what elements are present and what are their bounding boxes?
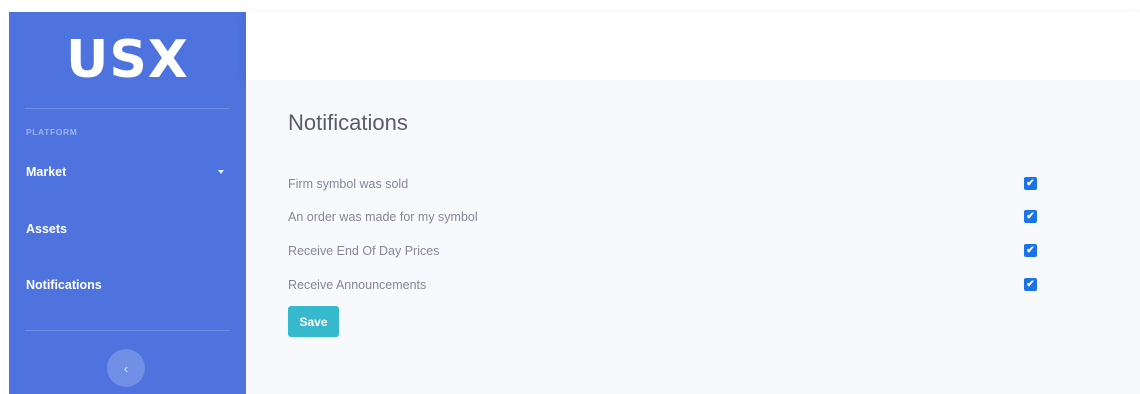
checkmark-icon: ✔ <box>1026 211 1035 222</box>
sidebar-divider <box>25 330 229 331</box>
sidebar-item-notifications[interactable]: Notifications <box>26 274 231 296</box>
brand-logo: USX <box>66 30 189 90</box>
caret-down-icon <box>218 170 224 174</box>
checkbox-announcements[interactable]: ✔ <box>1024 278 1037 291</box>
chevron-left-icon: ‹ <box>123 360 129 376</box>
topbar <box>246 12 1140 80</box>
brand[interactable]: USX <box>9 12 246 108</box>
sidebar-item-assets[interactable]: Assets <box>26 218 231 240</box>
sidebar-item-label: Market <box>26 165 67 179</box>
sidebar-item-label: Assets <box>26 222 67 236</box>
setting-label-end-of-day-prices: Receive End Of Day Prices <box>288 244 440 258</box>
save-button[interactable]: Save <box>288 306 339 337</box>
setting-label-order-made: An order was made for my symbol <box>288 210 478 224</box>
setting-label-firm-symbol-sold: Firm symbol was sold <box>288 177 409 191</box>
sidebar-item-market[interactable]: Market <box>26 161 231 183</box>
sidebar-heading: PLATFORM <box>26 127 78 137</box>
sidebar-item-label: Notifications <box>26 278 102 292</box>
sidebar: USX PLATFORM Market Assets Notifications… <box>9 12 246 394</box>
checkmark-icon: ✔ <box>1026 245 1035 256</box>
checkbox-end-of-day-prices[interactable]: ✔ <box>1024 244 1037 257</box>
page-title: Notifications <box>288 110 408 135</box>
sidebar-divider <box>25 108 229 109</box>
checkmark-icon: ✔ <box>1026 178 1035 189</box>
sidebar-toggle-button[interactable]: ‹ <box>107 349 145 387</box>
app-frame: USX PLATFORM Market Assets Notifications… <box>0 0 1140 394</box>
setting-label-announcements: Receive Announcements <box>288 278 427 292</box>
checkbox-firm-symbol-sold[interactable]: ✔ <box>1024 177 1037 190</box>
checkbox-order-made[interactable]: ✔ <box>1024 210 1037 223</box>
checkmark-icon: ✔ <box>1026 279 1035 290</box>
